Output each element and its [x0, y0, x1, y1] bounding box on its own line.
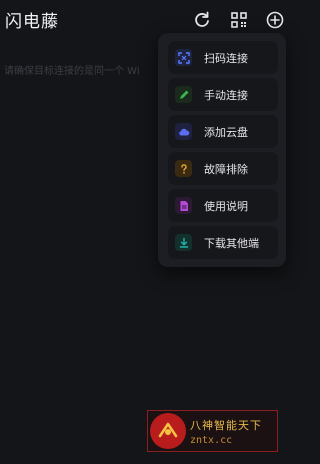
- menu-item-troubleshoot[interactable]: 故障排除: [168, 152, 278, 185]
- menu-item-download-other[interactable]: 下载其他端: [168, 226, 278, 259]
- menu-item-label: 下载其他端: [204, 237, 259, 250]
- add-button[interactable]: [265, 10, 285, 30]
- refresh-icon: [195, 11, 209, 27]
- menu-item-label: 添加云盘: [204, 126, 248, 139]
- pencil-icon: [175, 86, 192, 103]
- qr-code-button[interactable]: [229, 10, 249, 30]
- cloud-icon: [175, 123, 192, 140]
- add-circle-icon: [266, 11, 284, 29]
- watermark-url: zntx.cc: [190, 434, 233, 446]
- menu-item-label: 扫码连接: [204, 52, 248, 65]
- menu-item-add-cloud[interactable]: 添加云盘: [168, 115, 278, 148]
- site-watermark: 八神智能天下 zntx.cc: [147, 410, 278, 452]
- app-title: 闪电藤: [5, 12, 59, 32]
- download-icon: [175, 234, 192, 251]
- refresh-button[interactable]: [192, 10, 212, 30]
- menu-item-label: 故障排除: [204, 163, 248, 176]
- menu-item-instructions[interactable]: 使用说明: [168, 189, 278, 222]
- connection-hint: 请确保目标连接的是同一个 Wi: [4, 66, 140, 77]
- document-icon: [175, 197, 192, 214]
- menu-item-label: 手动连接: [204, 89, 248, 102]
- add-menu-popup: 扫码连接 手动连接 添加云盘 故障排除 使用说明 下载其他端: [158, 33, 286, 267]
- menu-item-manual-connect[interactable]: 手动连接: [168, 78, 278, 111]
- watermark-logo-icon: [150, 413, 186, 449]
- menu-item-scan-connect[interactable]: 扫码连接: [168, 41, 278, 74]
- scan-icon: [175, 49, 192, 66]
- question-icon: [175, 160, 192, 177]
- qr-code-icon: [231, 12, 247, 28]
- menu-item-label: 使用说明: [204, 200, 248, 213]
- watermark-brand: 八神智能天下: [190, 418, 262, 432]
